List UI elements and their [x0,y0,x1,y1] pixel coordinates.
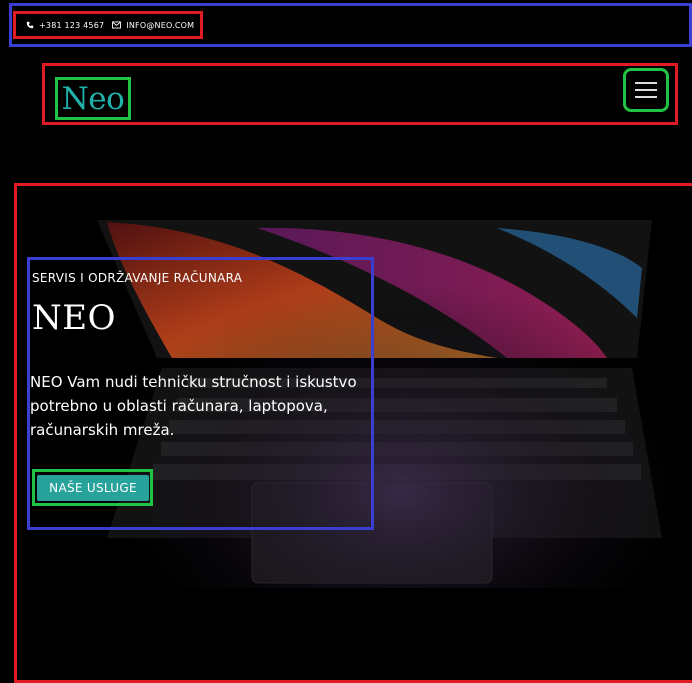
hero-content: SERVIS I ODRŽAVANJE RAČUNARA NEO NEO Vam… [27,257,374,530]
contact-info: +381 123 4567 INFO@NEO.COM [13,11,203,39]
phone-icon [26,21,34,29]
phone-contact[interactable]: +381 123 4567 [26,21,104,30]
services-button-outline: NAŠE USLUGE [32,469,153,506]
hero-title: NEO [32,298,116,338]
email-contact[interactable]: INFO@NEO.COM [112,21,194,30]
hamburger-menu-icon [635,82,657,98]
hero-subtitle: SERVIS I ODRŽAVANJE RAČUNARA [32,271,243,285]
menu-toggle-button[interactable] [623,68,669,112]
phone-number: +381 123 4567 [39,20,105,30]
site-header [42,63,678,125]
hero-description: NEO Vam nudi tehničku stručnost i iskust… [30,373,357,439]
services-button[interactable]: NAŠE USLUGE [37,475,149,501]
email-address: INFO@NEO.COM [126,20,195,30]
site-logo[interactable]: Neo [55,77,131,120]
envelope-icon [112,21,122,29]
